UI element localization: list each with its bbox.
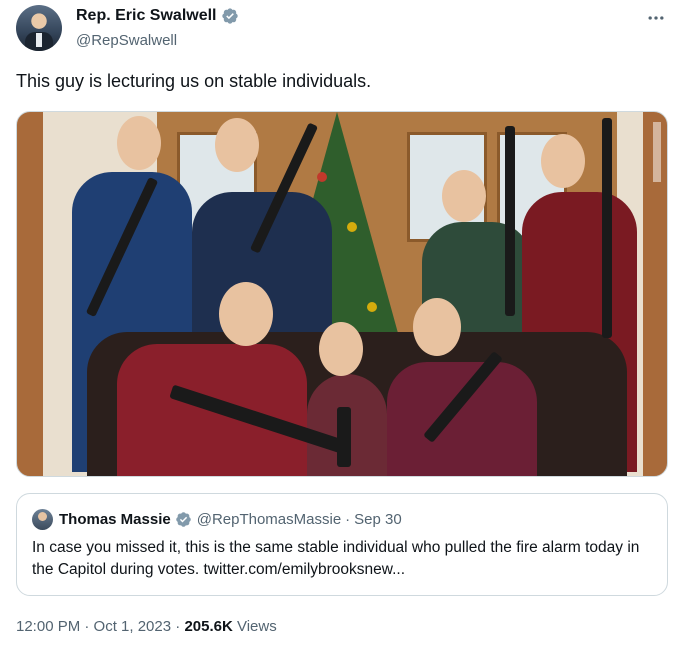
tweet-photo[interactable]	[16, 111, 668, 477]
quoted-separator: ·	[345, 511, 351, 528]
tweet-timestamp[interactable]: 12:00 PM · Oct 1, 2023	[16, 618, 171, 635]
photo-head	[215, 118, 259, 172]
tweet-meta: 12:00 PM · Oct 1, 2023 · 205.6K Views	[16, 618, 277, 635]
author-name-row: Rep. Eric Swalwell	[76, 7, 239, 25]
views-label: Views	[236, 618, 277, 635]
photo-rifle	[505, 126, 515, 316]
photo-watermark	[653, 122, 661, 182]
photo-head	[219, 282, 273, 346]
quoted-avatar[interactable]	[32, 509, 53, 530]
photo-head	[319, 322, 363, 376]
quoted-tweet[interactable]: Thomas Massie @RepThomasMassie · Sep 30 …	[16, 493, 668, 596]
photo-head	[117, 116, 161, 170]
photo-head	[541, 134, 585, 188]
author-display-name[interactable]: Rep. Eric Swalwell	[76, 7, 217, 25]
photo-rifle	[337, 407, 351, 467]
photo-ornament	[367, 302, 377, 312]
tweet-text: This guy is lecturing us on stable indiv…	[16, 71, 372, 91]
quoted-header: Thomas Massie @RepThomasMassie · Sep 30	[59, 511, 402, 528]
quoted-handle: @RepThomasMassie	[196, 511, 342, 528]
photo-ornament	[317, 172, 327, 182]
photo-head	[413, 298, 461, 356]
verified-badge-icon	[175, 511, 192, 528]
verified-badge-icon[interactable]	[221, 7, 239, 25]
photo-head	[442, 170, 486, 222]
author-handle[interactable]: @RepSwalwell	[76, 32, 177, 49]
photo-rifle	[602, 118, 612, 338]
quoted-text: In case you missed it, this is the same …	[32, 539, 640, 578]
photo-person	[387, 362, 537, 476]
avatar-shirt	[36, 33, 42, 47]
views-count: 205.6K	[184, 618, 233, 635]
quoted-display-name: Thomas Massie	[59, 511, 171, 528]
photo-ornament	[347, 222, 357, 232]
avatar[interactable]	[16, 5, 62, 51]
more-horizontal-icon[interactable]	[646, 8, 666, 33]
quoted-date: Sep 30	[354, 511, 402, 528]
meta-separator: ·	[175, 618, 181, 635]
